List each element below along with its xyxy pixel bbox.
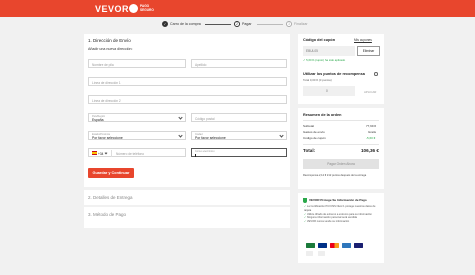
mastercard-icon (330, 243, 339, 248)
payment-logo-icon (306, 251, 313, 256)
bullet-item: ✓ La Certificación PCI DSS Nivel 1 prote… (304, 205, 376, 212)
email-field[interactable]: Correo electrónico (191, 148, 287, 157)
divider (303, 120, 379, 121)
total-value: 106,36 € (361, 148, 379, 153)
zip-code-field[interactable]: Código postal (191, 113, 287, 122)
secure-payment-label: PAGO SEGURO (140, 4, 154, 12)
address-line-1-field[interactable]: Línea de dirección 1 (88, 77, 287, 86)
points-total: Total 0,00 € (0 puntos) (303, 78, 332, 82)
add-address-label: Añadir una nueva dirección: (88, 47, 133, 51)
top-header: VEVOR PAGO SEGURO (0, 0, 475, 17)
subtotal-label: Subtotal (303, 124, 315, 128)
payment-protection-panel: VEVOR Protege Su Información de Pago ✓ L… (298, 193, 384, 263)
bullet-item: ✓ VEVOR nunca vende su información (304, 220, 350, 224)
country-select[interactable]: País/Región España (88, 113, 186, 122)
coupon-discount-label: Código de cupón (303, 136, 326, 140)
step-divider (257, 24, 283, 25)
payment-logo-icon (318, 251, 325, 256)
delivery-details-section[interactable]: 2. Detalles de Entrega (84, 190, 290, 205)
coupon-discount-value: -5,60 € (366, 136, 376, 140)
divider (303, 144, 379, 145)
vevor-logo[interactable]: VEVOR (95, 4, 129, 14)
step-label: Finalizar (294, 22, 308, 26)
spain-flag-icon (92, 151, 97, 155)
secure-lock-icon (129, 4, 138, 13)
address-line-2-field[interactable]: Línea de dirección 2 (88, 95, 287, 104)
remove-coupon-button[interactable]: Eliminar (357, 46, 380, 56)
coupon-applied-message: ✓ 5,60 € (cupón) ha sido aplicado (303, 58, 346, 62)
divider (111, 149, 112, 157)
pay-order-button[interactable]: Pagar Orden Ahora (303, 159, 379, 169)
step-cart: ✓ Carro de la compra (162, 21, 201, 27)
payment-logo-icon (306, 243, 315, 248)
shield-icon (303, 198, 307, 203)
check-icon: ✓ (162, 21, 168, 27)
payment-method-section[interactable]: 3. Método de Pago (84, 207, 290, 228)
step-number: 3 (286, 21, 292, 27)
phone-prefix[interactable]: +34 (98, 152, 103, 156)
my-coupons-link[interactable]: Mis cupones (354, 38, 372, 42)
protection-bullets: ✓ La Certificación PCI DSS Nivel 1 prote… (304, 205, 380, 224)
subtotal-value: 77,99 € (366, 124, 377, 128)
chevron-down-icon (104, 151, 108, 155)
coupon-panel: Código del cupón Mis cupones EBUL05 Elim… (298, 34, 384, 104)
section-title: 2. Detalles de Entrega (88, 195, 133, 200)
reward-note: Recompensa 2,12 € 212 puntos después de … (303, 174, 367, 177)
section-title: 1. Dirección de Envío (88, 38, 131, 43)
summary-title: Resumen de la orden (303, 113, 342, 117)
last-name-field[interactable]: Apellido (191, 59, 287, 68)
checkout-progress: ✓ Carro de la compra 2 Pagar 3 Finalizar (0, 17, 475, 33)
step-label: Carro de la compra (170, 22, 201, 26)
phone-field[interactable]: +34 Número de teléfono (88, 148, 186, 157)
coupon-title: Código del cupón (303, 38, 336, 42)
shipping-address-panel: 1. Dirección de Envío Añadir una nueva d… (84, 34, 290, 187)
text-cursor (195, 153, 196, 157)
province-select[interactable]: Estado/Provincia Por favor seleccione (88, 131, 186, 140)
chevron-down-icon (178, 115, 183, 121)
first-name-field[interactable]: Nombre de pila (88, 59, 186, 68)
save-continue-button[interactable]: Guardar y Continuar (88, 168, 134, 178)
step-finish: 3 Finalizar (286, 21, 308, 27)
points-title: Utilizar los puntos de recompensa (303, 72, 365, 76)
protection-title: VEVOR Protege Su Información de Pago (309, 198, 367, 202)
shipping-cost-label: Gastos de envío (303, 130, 325, 134)
chevron-down-icon (279, 133, 284, 139)
info-icon[interactable] (374, 72, 378, 76)
step-divider (205, 24, 231, 25)
step-number: 2 (234, 21, 240, 27)
step-label: Pagar (242, 22, 252, 26)
points-input[interactable]: 0 (303, 86, 355, 96)
section-title: 3. Método de Pago (88, 212, 127, 217)
total-label: Total: (303, 148, 316, 153)
shipping-cost-value: Gratis (368, 130, 377, 134)
city-select[interactable]: Ciudad Por favor seleccione (191, 131, 287, 140)
visa-icon (354, 243, 363, 248)
paypal-icon (318, 243, 327, 248)
step-pay: 2 Pagar (234, 21, 252, 27)
order-summary-panel: Resumen de la orden Subtotal 77,99 € Gas… (298, 108, 384, 189)
amex-icon (342, 243, 351, 248)
apply-points-button[interactable]: APLICAR (364, 90, 376, 94)
coupon-code-input[interactable]: EBUL05 (303, 46, 355, 56)
chevron-down-icon (178, 133, 183, 139)
